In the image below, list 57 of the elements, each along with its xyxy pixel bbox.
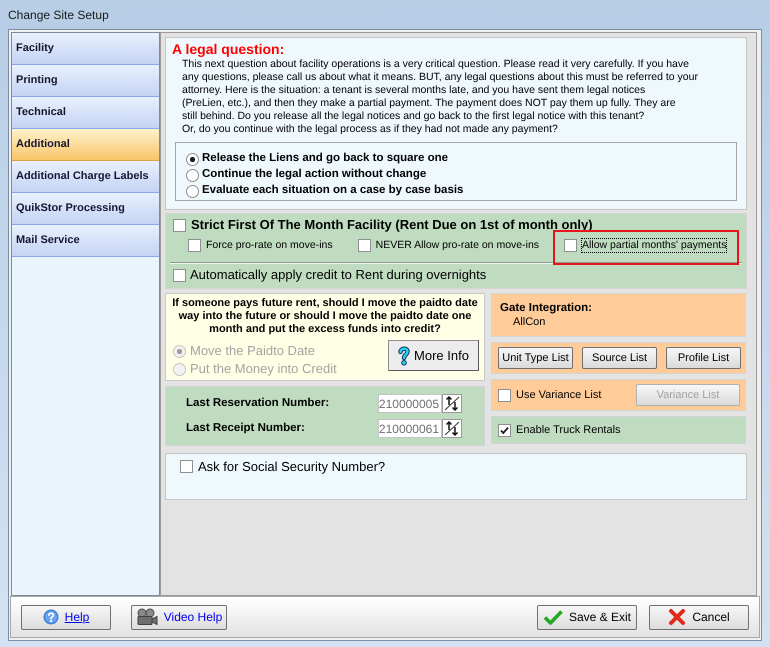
checkbox[interactable]: [498, 388, 511, 402]
film-camera-icon: [136, 608, 158, 626]
checkbox-label: Force pro-rate on move-ins: [205, 238, 334, 252]
radio-button[interactable]: [186, 152, 199, 166]
checkbox[interactable]: [173, 268, 186, 282]
number-field[interactable]: 210000061: [378, 419, 442, 438]
field-label: Last Receipt Number:: [186, 420, 306, 436]
radio-label: Continue the legal action without change: [202, 167, 426, 182]
question-mark-icon: [398, 346, 410, 366]
field-label: Gate Integration:: [500, 301, 592, 315]
sidebar-tab[interactable]: QuikStor Processing: [12, 193, 159, 225]
spin-button[interactable]: [442, 419, 462, 438]
button[interactable]: Save & Exit: [537, 604, 637, 630]
radio-label: Release the Liens and go back to square one: [202, 151, 448, 166]
radio-label: Move the Paidto Date: [190, 342, 316, 360]
checkbox-label: Enable Truck Rentals: [516, 422, 621, 438]
section-title: A legal question:: [171, 40, 284, 58]
checkbox-label: NEVER Allow pro-rate on move-ins: [374, 238, 540, 252]
checkbox[interactable]: [564, 238, 578, 252]
button[interactable]: Video Help: [131, 604, 227, 630]
up-down-arrows-icon: [444, 396, 460, 411]
radio-button[interactable]: [186, 168, 199, 182]
sidebar-tab[interactable]: Additional Charge Labels: [12, 161, 159, 193]
button[interactable]: Source List: [582, 347, 657, 369]
checkbox[interactable]: [188, 238, 201, 252]
sidebar-tab[interactable]: Facility: [12, 33, 159, 65]
checkbox[interactable]: [180, 460, 193, 473]
field-value: AllCon: [512, 315, 546, 330]
checkbox-label: Ask for Social Security Number?: [198, 460, 386, 474]
checkbox[interactable]: [173, 218, 186, 232]
button[interactable]: Help: [21, 604, 111, 630]
checkbox-label: Allow partial months' payments: [581, 238, 728, 252]
radio-label: Put the Money into Credit: [190, 360, 337, 378]
checkbox[interactable]: [358, 238, 371, 252]
question-text: This next question about facility operations is a very critical question. Please read it very carefully. If you have any questions, please call us about what it means. BUT, any legal questions about this must be referred to your attorney. Here is the situation: a tenant is several months late, and you have sent them legal notices (PreLien, etc.), and then they make a partial payment. The payment does NOT pay them up fully. They are still behind. Do you release all the legal notices and go back to the first legal notice with this tenant? Or, do you continue with the legal process as if they had not made any payment?: [181, 58, 698, 136]
checkbox[interactable]: [498, 424, 511, 436]
help-icon: [42, 609, 59, 625]
sidebar-tab[interactable]: Mail Service: [12, 225, 159, 257]
up-down-arrows-icon: [444, 421, 460, 436]
spin-button[interactable]: [442, 394, 462, 413]
more-info-button[interactable]: More Info: [388, 340, 479, 371]
checkbox-label: Use Variance List: [516, 388, 602, 403]
radio-button[interactable]: [186, 184, 199, 198]
button[interactable]: Profile List: [666, 347, 741, 369]
sidebar-tab[interactable]: Technical: [12, 97, 159, 129]
radio-label: Evaluate each situation on a case by case basis: [202, 183, 464, 198]
close-icon: [668, 608, 686, 626]
button[interactable]: Unit Type List: [498, 347, 573, 369]
number-field[interactable]: 210000005: [378, 394, 442, 413]
check-icon: [542, 609, 563, 625]
checkbox-label: Automatically apply credit to Rent during overnights: [190, 266, 486, 284]
question-text: If someone pays future rent, should I move the paidto date way into the future or should I move the paidto date one month and put the excess funds into credit?: [171, 296, 479, 336]
field-label: Last Reservation Number:: [186, 396, 330, 411]
sidebar-tab[interactable]: Printing: [12, 65, 159, 97]
button[interactable]: Cancel: [649, 604, 749, 630]
window-title: Change Site Setup: [8, 6, 109, 24]
sidebar-tab[interactable]: Additional: [12, 129, 159, 161]
